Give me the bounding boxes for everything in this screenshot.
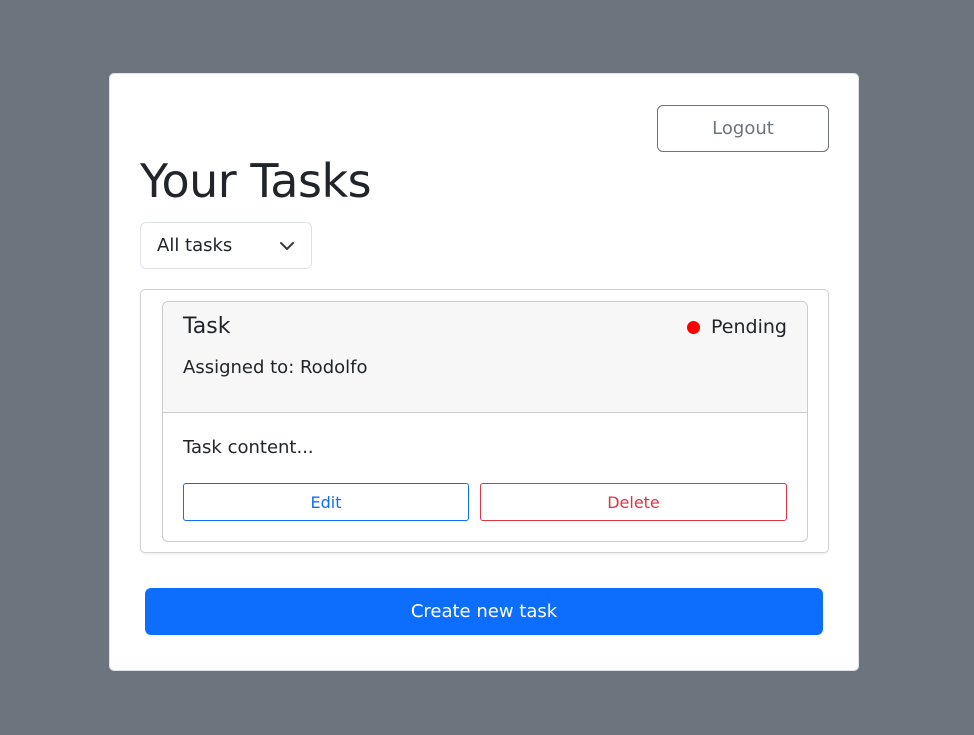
create-task-button[interactable]: Create new task xyxy=(145,588,823,635)
status-dot-icon xyxy=(687,320,701,334)
filter-selected-value: All tasks xyxy=(157,235,233,256)
status-text: Pending xyxy=(711,316,787,338)
logout-button[interactable]: Logout xyxy=(657,105,829,152)
task-card: Task Pending Assigned to: Rodolfo Task c… xyxy=(162,301,808,542)
task-filter-select[interactable]: All tasks xyxy=(140,222,312,269)
edit-button[interactable]: Edit xyxy=(183,483,469,521)
chevron-down-icon xyxy=(280,241,294,250)
task-card-header: Task Pending Assigned to: Rodolfo xyxy=(163,302,807,413)
task-list: Task Pending Assigned to: Rodolfo Task c… xyxy=(140,289,829,553)
task-assignee: Assigned to: Rodolfo xyxy=(183,357,368,378)
page-title: Your Tasks xyxy=(140,154,372,208)
task-title: Task xyxy=(183,314,231,339)
status-badge: Pending xyxy=(687,316,787,338)
task-content: Task content... xyxy=(183,437,314,458)
delete-button[interactable]: Delete xyxy=(480,483,787,521)
tasks-panel: Logout Your Tasks All tasks Task Pending… xyxy=(109,73,859,671)
